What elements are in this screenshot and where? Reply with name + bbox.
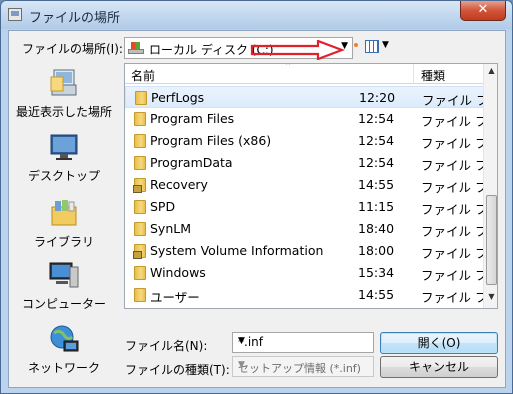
computer-icon: [49, 262, 79, 288]
file-name: PerfLogs: [151, 90, 205, 105]
recent-places-icon: [50, 69, 77, 96]
column-header-type[interactable]: 種類: [421, 67, 445, 84]
list-item[interactable]: SynLM 18:40 ファイル フ: [125, 218, 488, 240]
place-label: ネットワーク: [27, 361, 100, 375]
file-time: 14:55: [358, 177, 395, 192]
file-time: 15:34: [358, 265, 395, 280]
scroll-down-icon[interactable]: ▼: [484, 292, 497, 308]
folder-icon: [134, 156, 146, 170]
file-type: ファイル フ: [421, 180, 488, 195]
desktop-icon: [50, 134, 78, 160]
network-icon: [50, 325, 79, 352]
file-rows: PerfLogs 12:20 ファイル フ Program Files 12:54 ファイ…: [125, 86, 489, 306]
file-type: ファイル フ: [421, 224, 488, 239]
local-disk-icon: [128, 42, 144, 55]
file-time: 12:54: [358, 133, 395, 148]
place-recent[interactable]: 最近表示した場所: [12, 65, 116, 127]
cancel-button[interactable]: キャンセル: [380, 356, 498, 378]
chevron-down-icon[interactable]: ▼: [238, 336, 369, 346]
filename-label: ファイル名(N):: [125, 339, 208, 353]
place-desktop[interactable]: デスクトップ: [12, 129, 116, 191]
file-time: 18:00: [358, 243, 395, 258]
filetype-combo[interactable]: セットアップ情報 (*.inf) ▼: [232, 356, 374, 377]
view-icon: [365, 40, 379, 53]
file-time: 12:54: [358, 111, 395, 126]
red-annotation-arrow-icon: [250, 40, 345, 60]
view-menu-button[interactable]: ▼: [365, 40, 391, 56]
file-type: ファイル フ: [421, 114, 488, 129]
file-time: 11:15: [358, 199, 395, 214]
place-computer[interactable]: コンピューター: [12, 257, 116, 319]
file-type: ファイル フ: [421, 202, 488, 217]
open-button[interactable]: 開く(O): [380, 332, 498, 354]
folder-icon: [134, 200, 146, 214]
locked-folder-icon: [133, 178, 146, 193]
file-name: ProgramData: [150, 155, 233, 170]
file-time: 18:40: [358, 221, 395, 236]
place-label: ライブラリ: [33, 235, 94, 249]
file-time: 12:20: [359, 90, 396, 105]
file-type: ファイル フ: [421, 246, 488, 261]
vertical-scrollbar[interactable]: ▲ ▼: [483, 64, 497, 308]
title-bar[interactable]: ファイルの場所 ✕: [1, 1, 512, 29]
filetype-label: ファイルの種類(T):: [125, 363, 230, 377]
locked-folder-icon: [133, 244, 146, 259]
filename-input[interactable]: *.inf ▼: [232, 332, 374, 353]
places-bar: 最近表示した場所 デスクトップ ライブラリ コンピューター ネットワーク: [12, 65, 116, 383]
file-name: Windows: [150, 265, 206, 280]
list-header: ^ 名前 種類: [125, 63, 497, 84]
place-network[interactable]: ネットワーク: [12, 321, 116, 383]
folder-icon: [135, 91, 147, 105]
folder-icon: [134, 222, 146, 236]
place-label: デスクトップ: [27, 169, 100, 183]
close-button[interactable]: ✕: [460, 1, 506, 21]
chevron-down-icon: ▼: [238, 360, 245, 370]
libraries-icon: [51, 200, 77, 226]
file-name: SPD: [150, 199, 176, 214]
place-libraries[interactable]: ライブラリ: [12, 195, 116, 257]
scroll-up-icon[interactable]: ▲: [484, 66, 497, 82]
file-type: ファイル フ: [422, 93, 489, 108]
file-time: 12:54: [358, 155, 395, 170]
file-list[interactable]: ^ 名前 種類 PerfLogs 12:20 ファイル フ Program Files…: [124, 63, 498, 309]
list-item[interactable]: SPD 11:15 ファイル フ: [125, 196, 488, 218]
list-item[interactable]: ユーザー 14:55 ファイル フ: [125, 284, 488, 306]
file-type: ファイル フ: [421, 290, 488, 305]
place-label: コンピューター: [21, 297, 106, 311]
up-folder-icon[interactable]: [354, 43, 358, 47]
file-type: ファイル フ: [421, 268, 488, 283]
scroll-thumb[interactable]: [486, 195, 497, 285]
file-name: ユーザー: [150, 290, 200, 305]
list-item[interactable]: Program Files 12:54 ファイル フ: [125, 108, 488, 130]
place-label: 最近表示した場所: [15, 105, 112, 119]
column-header-name[interactable]: 名前: [131, 67, 155, 84]
file-name: SynLM: [150, 221, 192, 236]
file-type: ファイル フ: [421, 136, 488, 151]
lookin-label: ファイルの場所(I):: [22, 42, 123, 56]
window-title: ファイルの場所: [29, 11, 121, 26]
file-type: ファイル フ: [421, 158, 488, 173]
file-name: System Volume Information: [150, 243, 324, 258]
list-item[interactable]: PerfLogs 12:20 ファイル フ: [125, 86, 489, 108]
folder-icon: [134, 112, 146, 126]
file-name: Recovery: [150, 177, 208, 192]
folder-icon: [134, 266, 146, 280]
file-time: 14:55: [358, 287, 395, 302]
list-item[interactable]: Recovery 14:55 ファイル フ: [125, 174, 488, 196]
folder-icon: [134, 288, 146, 302]
file-name: Program Files: [150, 111, 235, 126]
list-item[interactable]: Windows 15:34 ファイル フ: [125, 262, 488, 284]
list-item[interactable]: ProgramData 12:54 ファイル フ: [125, 152, 488, 174]
column-divider[interactable]: [413, 64, 414, 84]
list-item[interactable]: Program Files (x86) 12:54 ファイル フ: [125, 130, 488, 152]
list-item[interactable]: System Volume Information 18:00 ファイル フ: [125, 240, 488, 262]
chevron-down-icon: ▼: [382, 40, 389, 50]
window-icon: [8, 8, 22, 21]
sort-indicator-icon: ^: [285, 63, 291, 70]
file-name: Program Files (x86): [150, 133, 272, 148]
folder-icon: [134, 134, 146, 148]
